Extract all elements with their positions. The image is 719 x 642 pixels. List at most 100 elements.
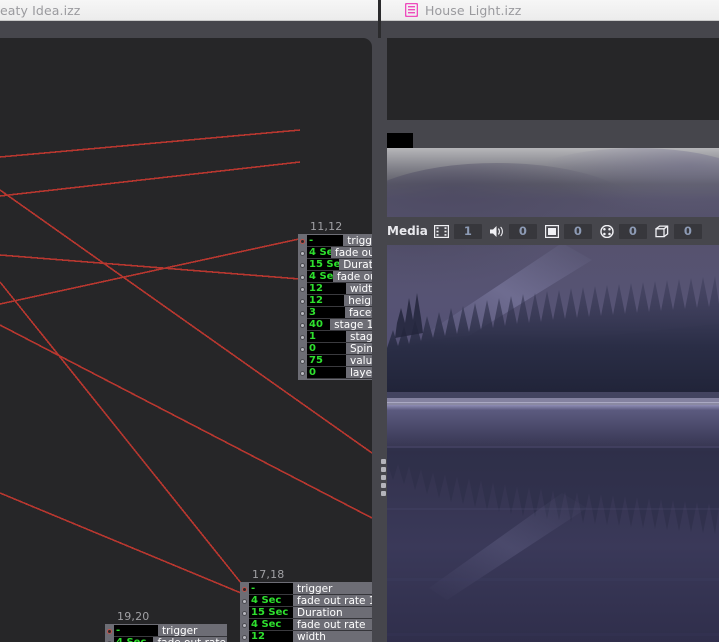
node-param-row[interactable]: 12width bbox=[298, 283, 372, 295]
node-param-port[interactable] bbox=[240, 631, 249, 642]
node-param-row[interactable]: 12height bbox=[298, 295, 372, 307]
right-window-titlebar[interactable]: House Light.izz bbox=[381, 0, 719, 21]
node-param-row[interactable]: 15 SecDuration bbox=[298, 259, 372, 271]
patch-canvas[interactable]: 11,12 -trigger4 Secfade out rate 115 Sec… bbox=[0, 38, 372, 642]
node-param-row[interactable]: 4 Secfade out rate bbox=[298, 271, 372, 283]
node-param-value[interactable]: 12 bbox=[307, 295, 345, 307]
node-param-port[interactable] bbox=[105, 637, 114, 642]
node-param-row[interactable]: 4 Secfade out rate 1 bbox=[105, 637, 227, 642]
node-param-value[interactable]: 4 Sec bbox=[307, 271, 333, 283]
node-param-value[interactable]: 15 Sec bbox=[307, 259, 340, 271]
node-param-value[interactable]: 12 bbox=[249, 631, 293, 642]
patch-node-body[interactable]: -trigger4 Secfade out rate 115 SecDurati… bbox=[240, 582, 372, 642]
stage-icon[interactable] bbox=[544, 223, 560, 239]
node-param-value[interactable]: 3 bbox=[307, 307, 345, 319]
node-param-port[interactable] bbox=[240, 619, 249, 631]
node-param-value[interactable]: - bbox=[307, 235, 344, 247]
patch-node-17-18[interactable]: 17,18 - trigger 4 Sec fade out rate 1 15 Sec… bbox=[240, 568, 372, 642]
value-port-icon[interactable] bbox=[300, 322, 305, 328]
right-toolbar-strip[interactable] bbox=[381, 21, 719, 38]
node-param-port[interactable] bbox=[240, 583, 249, 595]
node-param-port[interactable] bbox=[298, 271, 307, 283]
node-param-value[interactable]: 4 Sec bbox=[307, 247, 332, 259]
node-param-value[interactable]: 4 Sec bbox=[249, 619, 293, 631]
node-param-row[interactable]: 12width bbox=[240, 631, 372, 642]
node-param-value[interactable]: 0 bbox=[307, 367, 346, 379]
media-stage-count[interactable]: 0 bbox=[563, 223, 592, 239]
node-param-value[interactable]: 75 bbox=[307, 355, 346, 367]
node-param-port[interactable] bbox=[298, 355, 307, 367]
palette-icon[interactable] bbox=[599, 223, 615, 239]
node-param-value[interactable]: - bbox=[114, 625, 158, 637]
value-port-icon[interactable] bbox=[300, 334, 305, 340]
patch-node-body[interactable]: -trigger4 Secfade out rate 115 SecDurati… bbox=[298, 234, 372, 380]
node-param-port[interactable] bbox=[298, 367, 307, 379]
node-param-row[interactable]: -trigger bbox=[240, 583, 372, 595]
node-param-port[interactable] bbox=[240, 595, 249, 607]
value-port-icon[interactable] bbox=[300, 250, 305, 256]
patch-node-19-20[interactable]: 19,20 -trigger4 Secfade out rate 115 Sec… bbox=[105, 610, 227, 642]
node-param-port[interactable] bbox=[298, 235, 307, 247]
node-param-value[interactable]: 12 bbox=[307, 283, 346, 295]
value-port-icon[interactable] bbox=[300, 274, 305, 280]
value-port-icon[interactable] bbox=[242, 622, 247, 628]
value-port-icon[interactable] bbox=[300, 370, 305, 376]
film-strip-icon[interactable] bbox=[434, 223, 450, 239]
media-audio-count[interactable]: 0 bbox=[508, 223, 537, 239]
trigger-port-icon[interactable] bbox=[107, 628, 112, 634]
node-param-row[interactable]: -trigger bbox=[298, 235, 372, 247]
speaker-icon[interactable] bbox=[489, 223, 505, 239]
node-param-port[interactable] bbox=[298, 283, 307, 295]
node-param-value[interactable]: 15 Sec bbox=[249, 607, 293, 619]
left-window-toolbar[interactable] bbox=[0, 21, 381, 38]
media-control-bar[interactable]: Media 1 0 0 0 0 bbox=[381, 217, 719, 245]
value-port-icon[interactable] bbox=[300, 286, 305, 292]
node-param-port[interactable] bbox=[298, 295, 307, 307]
value-port-icon[interactable] bbox=[300, 346, 305, 352]
node-param-value[interactable]: 0 bbox=[307, 343, 346, 355]
node-param-row[interactable]: 4 Secfade out rate 1 bbox=[240, 595, 372, 607]
thumbnail-row[interactable] bbox=[381, 120, 719, 151]
node-param-port[interactable] bbox=[298, 259, 307, 271]
node-param-row[interactable]: 4 Secfade out rate bbox=[240, 619, 372, 631]
window-splitter[interactable] bbox=[378, 38, 387, 642]
node-param-row[interactable]: 4 Secfade out rate 1 bbox=[298, 247, 372, 259]
value-port-icon[interactable] bbox=[242, 634, 247, 640]
trigger-port-icon[interactable] bbox=[242, 586, 247, 592]
value-port-icon[interactable] bbox=[242, 610, 247, 616]
value-port-icon[interactable] bbox=[242, 598, 247, 604]
value-port-icon[interactable] bbox=[300, 262, 305, 268]
node-param-port[interactable] bbox=[298, 343, 307, 355]
node-param-port[interactable] bbox=[298, 319, 307, 331]
node-param-port[interactable] bbox=[298, 247, 307, 259]
media-video-count[interactable]: 1 bbox=[453, 223, 482, 239]
node-param-port[interactable] bbox=[298, 307, 307, 319]
node-param-value[interactable]: - bbox=[249, 583, 293, 595]
value-port-icon[interactable] bbox=[300, 298, 305, 304]
node-param-row[interactable]: 40stage 1 rotation bbox=[298, 319, 372, 331]
splitter-grip[interactable] bbox=[381, 459, 387, 499]
left-window-titlebar[interactable]: eaty Idea.izz bbox=[0, 0, 381, 21]
node-param-row[interactable]: 0layer bbox=[298, 367, 372, 379]
patch-node-11-12[interactable]: 11,12 -trigger4 Secfade out rate 115 Sec… bbox=[298, 220, 372, 380]
node-param-value[interactable]: 40 bbox=[307, 319, 331, 331]
node-param-value[interactable]: 4 Sec bbox=[114, 637, 154, 642]
patch-node-body[interactable]: -trigger4 Secfade out rate 115 SecDurati… bbox=[105, 624, 227, 642]
node-param-value[interactable]: 1 bbox=[307, 331, 346, 343]
node-param-port[interactable] bbox=[105, 625, 114, 637]
node-param-port[interactable] bbox=[298, 331, 307, 343]
value-port-icon[interactable] bbox=[300, 310, 305, 316]
cube-icon[interactable] bbox=[654, 223, 670, 239]
media-effect-count[interactable]: 0 bbox=[618, 223, 647, 239]
node-param-port[interactable] bbox=[240, 607, 249, 619]
node-param-row[interactable]: 15 SecDuration bbox=[240, 607, 372, 619]
node-param-row[interactable]: 75value bbox=[298, 355, 372, 367]
node-param-row[interactable]: 0 Spin bbox=[298, 343, 372, 355]
trigger-port-icon[interactable] bbox=[300, 238, 305, 244]
cue-list-panel[interactable] bbox=[381, 38, 719, 137]
node-param-row[interactable]: 3facets bbox=[298, 307, 372, 319]
value-port-icon[interactable] bbox=[300, 358, 305, 364]
node-param-value[interactable]: 4 Sec bbox=[249, 595, 293, 607]
media-3d-count[interactable]: 0 bbox=[673, 223, 702, 239]
node-param-row[interactable]: 1stage bbox=[298, 331, 372, 343]
